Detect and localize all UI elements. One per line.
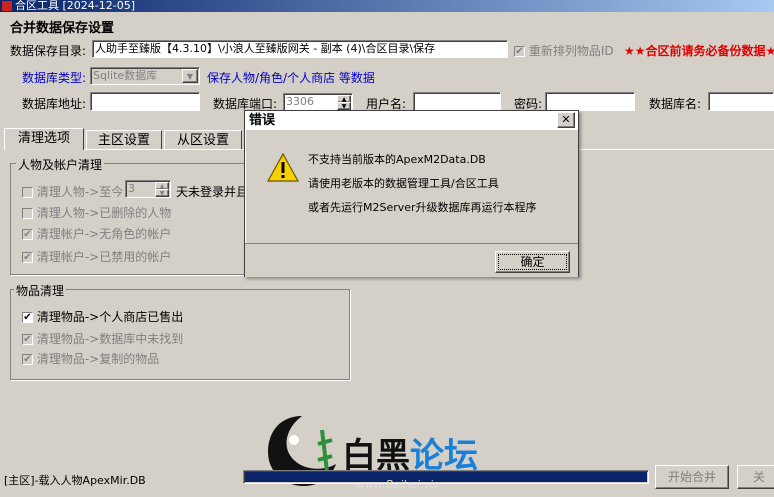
checkbox-box: ✔: [22, 354, 33, 365]
progress-fill: [245, 472, 647, 482]
dbname-label: 数据库名:: [649, 97, 702, 111]
dropdown-arrow-icon[interactable]: ▼: [182, 69, 198, 83]
reorder-items-label: 重新排列物品ID: [528, 44, 614, 58]
section-title: 合并数据保存设置: [10, 21, 115, 36]
checkbox-box: ✔: [22, 312, 33, 323]
cleanup-deleted-characters-option[interactable]: 清理人物->已删除的人物: [22, 204, 171, 221]
warning-icon: [266, 152, 300, 183]
option-label: 清理物品->个人商店已售出: [36, 310, 184, 324]
db-address-input[interactable]: [90, 92, 200, 111]
start-merge-button[interactable]: 开始合并: [655, 465, 729, 489]
option-label: 清理物品->复制的物品: [36, 352, 160, 366]
username-input[interactable]: [413, 92, 501, 111]
checkbox-box: ✔: [22, 252, 33, 263]
ok-button[interactable]: 确定: [495, 251, 570, 273]
db-address-label: 数据库地址:: [22, 97, 87, 111]
spin-down-icon[interactable]: ▼: [155, 189, 169, 197]
cleanup-inactive-characters-option[interactable]: 清理人物->至今: [22, 183, 123, 200]
option-label: 清理帐户->无角色的帐户: [36, 227, 172, 241]
db-type-note: 保存人物/角色/个人商店 等数据: [207, 71, 375, 85]
window-title-bar[interactable]: 合区工具 [2024-12-05]: [0, 0, 774, 12]
spin-down-icon[interactable]: ▼: [337, 102, 351, 110]
cleanup-sold-shop-items-option[interactable]: ✔ 清理物品->个人商店已售出: [22, 308, 183, 325]
tab-main-server-settings[interactable]: 主区设置: [86, 130, 162, 150]
tab-sub-server-settings[interactable]: 从区设置: [164, 130, 242, 150]
inactive-days-spinner[interactable]: 3 ▲ ▼: [125, 180, 171, 198]
db-type-select[interactable]: Sqlite数据库 ▼: [90, 67, 200, 85]
dialog-message-line-1: 不支持当前版本的ApexM2Data.DB: [308, 153, 486, 166]
option-label: 清理物品->数据库中未找到: [36, 332, 184, 346]
dialog-message-line-3: 或者先运行M2Server升级数据库再运行本程序: [308, 201, 537, 214]
watermark-url: www.Baihei.vip: [356, 478, 440, 491]
cleanup-duplicated-items-option[interactable]: ✔ 清理物品->复制的物品: [22, 350, 159, 367]
window-title: 合区工具 [2024-12-05]: [15, 0, 136, 12]
option-label: 清理人物->至今: [36, 185, 124, 199]
reorder-items-checkbox[interactable]: ✔ 重新排列物品ID: [514, 42, 614, 59]
cleanup-banned-accounts-option[interactable]: ✔ 清理帐户->已禁用的帐户: [22, 248, 171, 265]
checkbox-box: [22, 187, 33, 198]
close-button[interactable]: 关: [737, 465, 774, 489]
option-label: 清理人物->已删除的人物: [36, 206, 172, 220]
db-type-value: Sqlite数据库: [93, 69, 158, 82]
dialog-close-icon[interactable]: ✕: [557, 112, 575, 128]
save-dir-field[interactable]: 人助手至臻版【4.3.10】\小浪人至臻版网关 - 副本 (4)\合区目录\保存: [92, 40, 508, 58]
save-dir-value: 人助手至臻版【4.3.10】\小浪人至臻版网关 - 副本 (4)\合区目录\保存: [95, 42, 436, 55]
db-port-spinner[interactable]: 3306 ▲ ▼: [283, 93, 353, 111]
character-cleanup-title: 人物及帐户清理: [16, 156, 105, 173]
inactive-days-suffix: 天未登录并且: [176, 185, 249, 199]
dialog-title-bar[interactable]: 错误: [245, 111, 578, 130]
checkbox-box: ✔: [514, 46, 525, 57]
password-input[interactable]: [545, 92, 635, 111]
app-icon: [2, 1, 12, 11]
option-label: 清理帐户->已禁用的帐户: [36, 250, 172, 264]
db-type-label: 数据库类型:: [22, 71, 87, 85]
tab-cleanup-options[interactable]: 清理选项: [4, 128, 84, 150]
error-dialog: 错误 ✕ 不支持当前版本的ApexM2Data.DB 请使用老版本的数据管理工具…: [244, 110, 579, 277]
checkbox-box: ✔: [22, 229, 33, 240]
cleanup-missing-items-option[interactable]: ✔ 清理物品->数据库中未找到: [22, 330, 183, 347]
active-tab-join: [5, 149, 83, 151]
backup-warning: ★★合区前请务必备份数据★: [624, 44, 774, 58]
checkbox-box: ✔: [22, 334, 33, 345]
cleanup-empty-accounts-option[interactable]: ✔ 清理帐户->无角色的帐户: [22, 225, 171, 242]
dialog-title: 错误: [249, 113, 276, 128]
dbname-input[interactable]: [708, 92, 774, 111]
save-dir-label: 数据保存目录:: [10, 44, 87, 58]
status-text: [主区]-载入人物ApexMir.DB: [4, 474, 146, 487]
dialog-message-line-2: 请使用老版本的数据管理工具/合区工具: [308, 177, 499, 190]
checkbox-box: [22, 208, 33, 219]
item-cleanup-title: 物品清理: [14, 282, 67, 299]
progress-bar: [243, 470, 649, 484]
